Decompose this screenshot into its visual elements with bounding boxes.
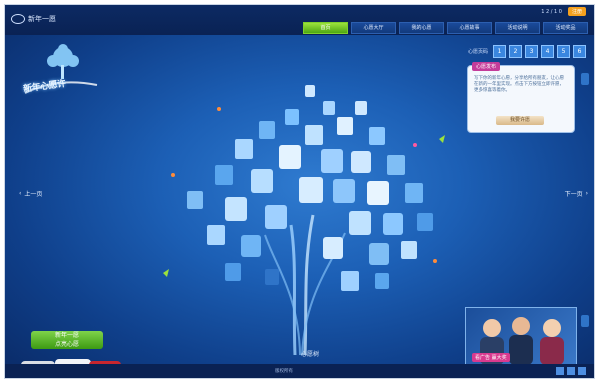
next-page-link[interactable]: 下一页 ›	[565, 189, 588, 198]
wish-card[interactable]	[405, 183, 423, 203]
wish-card[interactable]	[323, 237, 343, 259]
wish-card[interactable]	[279, 145, 301, 169]
car-promo-badge: 新年一愿 点亮心愿	[31, 331, 103, 349]
wish-card[interactable]	[369, 127, 385, 145]
wish-card[interactable]	[241, 235, 261, 257]
chevron-right-icon: ›	[585, 190, 588, 197]
wish-card[interactable]	[387, 155, 405, 175]
wish-card[interactable]	[299, 177, 323, 203]
next-label: 下一页	[564, 191, 583, 198]
campaign-logo: 新年心愿许	[17, 41, 103, 111]
panel-tag: 心愿发布	[472, 62, 501, 71]
wish-card[interactable]	[401, 241, 417, 259]
app-window: 新年一愿 1 2 / 1 0 注册 首页 心愿大厅 我的心愿 心愿故事 活动说明…	[4, 4, 595, 379]
nav-my-wish[interactable]: 我的心愿	[399, 22, 444, 34]
util-label: 1 2 / 1 0	[541, 8, 562, 15]
wish-card[interactable]	[225, 197, 247, 221]
prev-page-link[interactable]: ‹ 上一页	[19, 189, 42, 198]
page-button[interactable]: 3	[525, 45, 538, 58]
wish-card[interactable]	[215, 165, 233, 185]
wish-card[interactable]	[305, 125, 323, 145]
wish-card[interactable]	[333, 179, 355, 203]
register-button[interactable]: 注册	[567, 7, 586, 16]
page-button[interactable]: 4	[541, 45, 554, 58]
wish-card[interactable]	[225, 263, 241, 281]
wish-pager: 心愿页码 1 2 3 4 5 6	[468, 45, 586, 58]
brand-logo[interactable]: 新年一愿	[11, 14, 56, 24]
nav-home[interactable]: 首页	[303, 22, 348, 34]
wish-card[interactable]	[259, 121, 275, 139]
nav-rules[interactable]: 活动说明	[495, 22, 540, 34]
wish-card[interactable]	[349, 211, 371, 235]
nav-wish-hall[interactable]: 心愿大厅	[351, 22, 396, 34]
wish-card[interactable]	[285, 109, 299, 125]
main-nav: 首页 心愿大厅 我的心愿 心愿故事 活动说明 活动奖品	[303, 22, 588, 34]
page-button[interactable]: 5	[557, 45, 570, 58]
panel-body: 写下你的新年心愿，分享给所有朋友，让心愿在新的一年里实现。点击下方按钮立即许愿，…	[474, 76, 564, 93]
wish-card[interactable]	[375, 273, 389, 289]
wish-card[interactable]	[341, 271, 359, 291]
share-icon[interactable]	[556, 367, 564, 375]
wish-card[interactable]	[367, 181, 389, 205]
badge-line-1: 新年一愿	[54, 332, 79, 339]
wish-card[interactable]	[207, 225, 225, 245]
wish-card[interactable]	[337, 117, 353, 135]
nav-prizes[interactable]: 活动奖品	[543, 22, 588, 34]
brand-mark-icon	[11, 14, 25, 24]
footer-icons	[556, 367, 586, 375]
footer-bar: 版权所有	[5, 364, 594, 378]
sound-icon[interactable]	[567, 367, 575, 375]
promo-toggle[interactable]	[581, 315, 589, 327]
wish-card[interactable]	[187, 191, 203, 209]
wish-card[interactable]	[251, 169, 273, 193]
wish-card[interactable]	[369, 243, 389, 265]
wish-card[interactable]	[417, 213, 433, 231]
page-button[interactable]: 6	[573, 45, 586, 58]
wish-card-cluster[interactable]	[187, 85, 433, 291]
wish-card[interactable]	[265, 205, 287, 229]
badge-line-2: 点亮心愿	[54, 341, 79, 348]
make-wish-button[interactable]: 我要许愿	[496, 116, 544, 125]
wish-card[interactable]	[321, 149, 343, 173]
promo-caption: 看广告 赢大奖	[472, 353, 510, 362]
fullscreen-icon[interactable]	[578, 367, 586, 375]
wish-card[interactable]	[383, 213, 403, 235]
top-bar: 新年一愿 1 2 / 1 0 注册 首页 心愿大厅 我的心愿 心愿故事 活动说明…	[5, 5, 594, 35]
wish-card[interactable]	[235, 139, 253, 159]
chevron-left-icon: ‹	[19, 190, 22, 197]
utility-links: 1 2 / 1 0 注册	[541, 7, 586, 16]
wish-tree	[163, 85, 445, 356]
wish-info-panel: 心愿发布 写下你的新年心愿，分享给所有朋友，让心愿在新的一年里实现。点击下方按钮…	[467, 62, 575, 133]
pager-label: 心愿页码	[467, 49, 488, 55]
wish-card[interactable]	[323, 101, 335, 115]
page-button[interactable]: 2	[509, 45, 522, 58]
panel-toggle[interactable]	[581, 73, 589, 85]
wish-card[interactable]	[351, 151, 371, 173]
footer-text: 版权所有	[275, 369, 293, 374]
promo-banner[interactable]: 看广告 赢大奖	[465, 307, 577, 367]
nav-wish-stories[interactable]: 心愿故事	[447, 22, 492, 34]
brand-text: 新年一愿	[28, 15, 56, 23]
wish-card[interactable]	[305, 85, 315, 97]
prev-label: 上一页	[24, 191, 43, 198]
wish-card[interactable]	[355, 101, 367, 115]
wish-card[interactable]	[265, 269, 279, 285]
page-button[interactable]: 1	[493, 45, 506, 58]
tree-label: 心愿树	[301, 351, 320, 358]
